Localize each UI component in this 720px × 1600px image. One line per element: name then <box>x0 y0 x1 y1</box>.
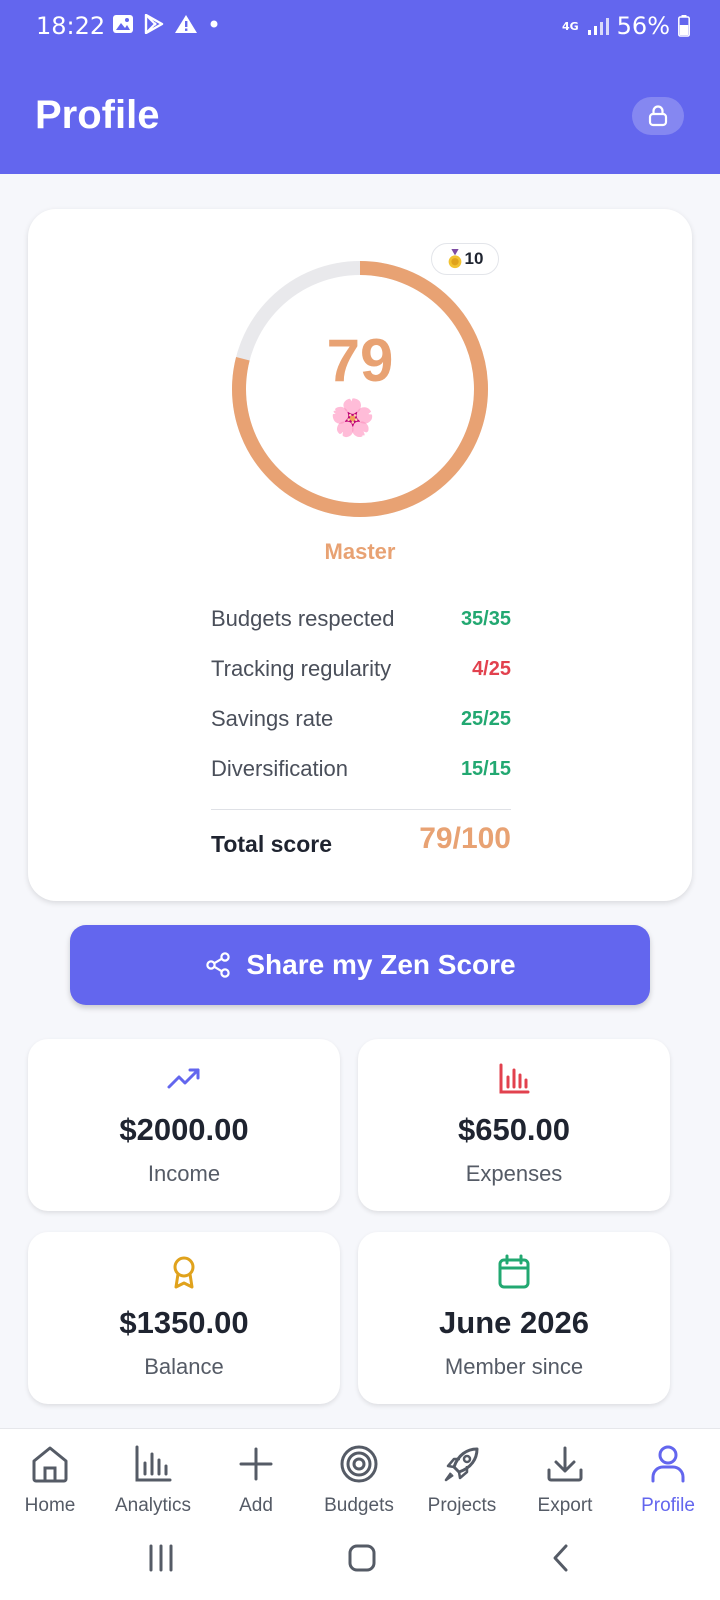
nav-label: Projects <box>427 1495 497 1516</box>
trending-up-icon <box>167 1068 200 1089</box>
nav-analytics[interactable]: Analytics <box>103 1441 203 1517</box>
page-title: Profile <box>35 93 160 137</box>
nav-profile[interactable]: Profile <box>618 1441 718 1517</box>
home-button-icon[interactable] <box>346 1542 378 1574</box>
nav-label: Analytics <box>114 1495 192 1516</box>
expenses-caption: Expenses <box>465 1161 563 1186</box>
balance-amount: $1350.00 <box>119 1305 249 1340</box>
system-nav-bar <box>0 1524 720 1600</box>
medal-badge[interactable]: 10 <box>431 243 499 275</box>
share-button-label: Share my Zen Score <box>246 949 516 980</box>
member-since-caption: Member since <box>444 1354 584 1379</box>
balance-caption: Balance <box>144 1354 224 1379</box>
network-label: 4G <box>561 19 579 33</box>
bar-chart-icon <box>499 1063 530 1094</box>
status-bar: 18:22 4G 56% <box>0 0 720 54</box>
income-card: $2000.00 Income <box>28 1039 340 1211</box>
award-icon <box>173 1256 195 1289</box>
analytics-icon <box>135 1445 172 1482</box>
expenses-amount: $650.00 <box>457 1112 571 1147</box>
total-score-value: 79/100 <box>419 822 511 855</box>
total-score-label: Total score <box>211 831 332 857</box>
breakdown-row: Budgets respected 35/35 <box>211 594 511 644</box>
breakdown-value: 4/25 <box>472 657 511 680</box>
app-header: 18:22 4G 56% Profile <box>0 0 720 174</box>
gallery-icon <box>113 15 133 33</box>
nav-budgets[interactable]: Budgets <box>309 1441 409 1517</box>
play-store-icon <box>144 14 164 34</box>
breakdown-label: Budgets respected <box>211 606 395 631</box>
lock-icon <box>648 105 668 127</box>
breakdown-value: 15/15 <box>460 757 511 780</box>
nav-label: Budgets <box>324 1495 394 1516</box>
breakdown-label: Diversification <box>211 756 348 781</box>
share-icon <box>206 952 231 978</box>
cherry-blossom-icon: 🌸 <box>330 397 375 438</box>
home-icon <box>32 1446 68 1483</box>
nav-add[interactable]: Add <box>206 1441 306 1517</box>
breakdown-row: Diversification 15/15 <box>211 744 511 794</box>
medal-icon <box>448 249 461 269</box>
nav-home[interactable]: Home <box>0 1441 100 1517</box>
member-since-card: June 2026 Member since <box>358 1232 670 1404</box>
plus-icon <box>239 1447 273 1481</box>
income-amount: $2000.00 <box>119 1112 249 1147</box>
nav-label: Profile <box>641 1495 695 1516</box>
breakdown-row: Tracking regularity 4/25 <box>211 644 511 694</box>
zen-score-card: 79 🌸 10 Master Budgets respected 35/35 T… <box>28 209 692 901</box>
breakdown-label: Savings rate <box>211 706 334 731</box>
share-zen-score-button[interactable]: Share my Zen Score <box>70 925 650 1005</box>
score-level: Master <box>324 539 396 564</box>
nav-label: Export <box>537 1495 593 1516</box>
nav-label: Add <box>239 1495 273 1516</box>
download-icon <box>547 1446 583 1482</box>
status-right: 4G 56% <box>562 12 690 40</box>
score-breakdown: Budgets respected 35/35 Tracking regular… <box>211 594 511 794</box>
signal-icon <box>587 18 609 35</box>
breakdown-label: Tracking regularity <box>211 656 392 681</box>
divider <box>211 809 511 810</box>
expenses-card: $650.00 Expenses <box>358 1039 670 1211</box>
breakdown-value: 25/25 <box>460 707 511 730</box>
status-time: 18:22 <box>36 12 106 40</box>
notification-icons <box>112 14 220 34</box>
target-icon <box>340 1445 378 1483</box>
score-value: 79 <box>326 327 394 394</box>
nav-projects[interactable]: Projects <box>412 1441 512 1517</box>
income-caption: Income <box>147 1161 221 1186</box>
user-icon <box>651 1445 685 1483</box>
lock-button[interactable] <box>632 97 684 135</box>
recent-apps-icon[interactable] <box>147 1542 175 1574</box>
nav-export[interactable]: Export <box>515 1441 615 1517</box>
calendar-icon <box>498 1254 530 1289</box>
back-icon[interactable] <box>549 1542 573 1574</box>
battery-icon <box>678 15 690 37</box>
rocket-icon <box>444 1447 479 1482</box>
badge-count: 10 <box>464 249 484 268</box>
nav-label: Home <box>24 1495 76 1516</box>
dot-icon <box>210 20 218 28</box>
bottom-nav: Home Analytics Add Budgets Projects Expo… <box>0 1428 720 1524</box>
balance-card: $1350.00 Balance <box>28 1232 340 1404</box>
member-since-value: June 2026 <box>439 1305 589 1340</box>
breakdown-value: 35/35 <box>460 607 511 630</box>
breakdown-row: Savings rate 25/25 <box>211 694 511 744</box>
battery-label: 56% <box>616 12 670 40</box>
warning-icon <box>175 15 197 33</box>
